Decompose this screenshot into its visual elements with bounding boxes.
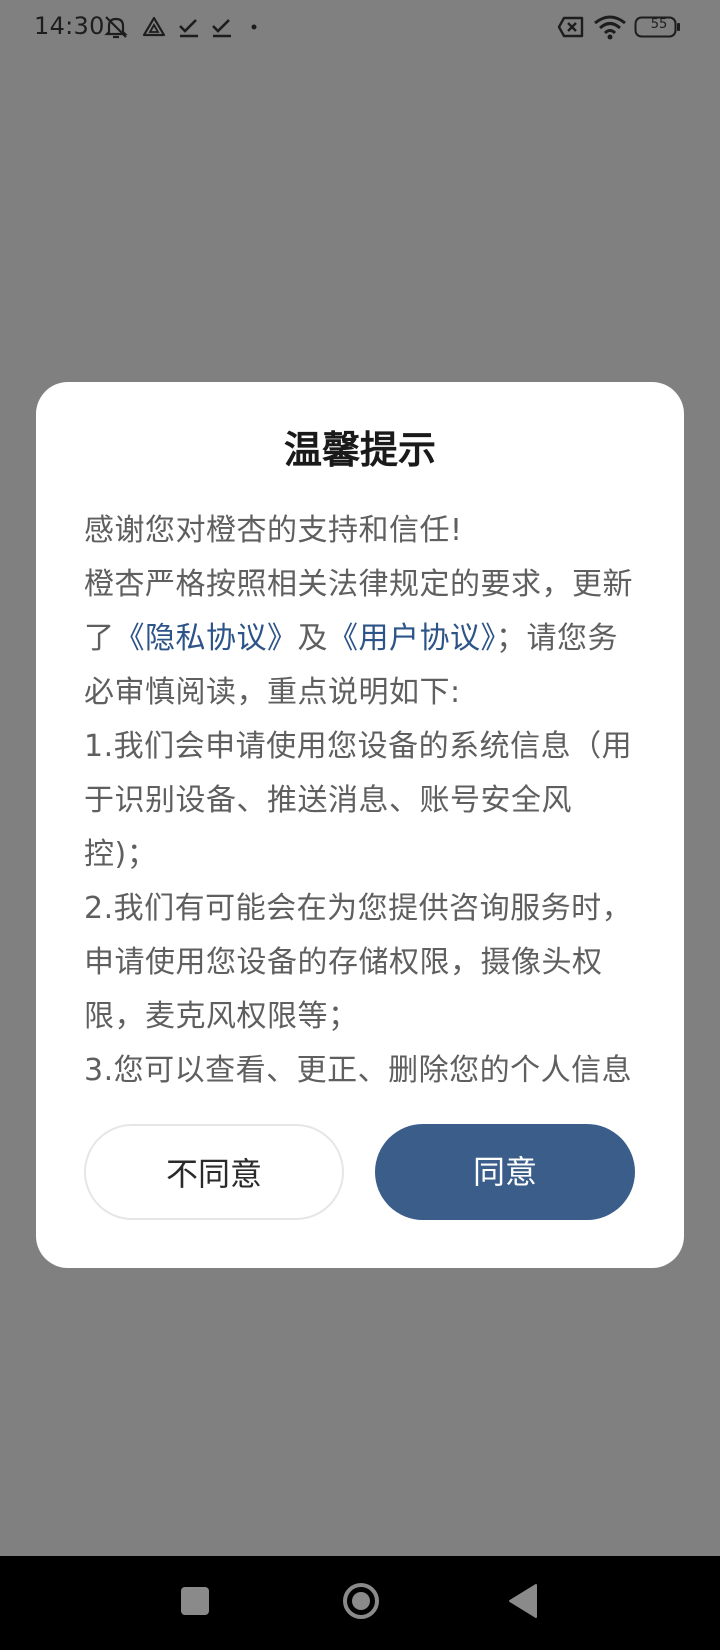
- battery-level: 55: [650, 17, 668, 32]
- agree-button[interactable]: 同意: [375, 1124, 635, 1220]
- dialog-paragraph: 橙杏严格按照相关法律规定的要求，更新了《隐私协议》及《用户协议》；请您务必审慎阅…: [84, 558, 640, 720]
- recent-apps-icon[interactable]: [181, 1587, 209, 1615]
- check-icon: [179, 19, 198, 38]
- dialog-intro: 感谢您对橙杏的支持和信任!: [84, 513, 463, 548]
- back-icon[interactable]: [508, 1583, 538, 1619]
- check-icon: [212, 19, 231, 38]
- navigation-bar: [0, 1556, 720, 1650]
- drive-icon: [142, 16, 166, 37]
- user-agreement-link[interactable]: 《用户协议》: [328, 621, 496, 656]
- dialog-body[interactable]: 感谢您对橙杏的支持和信任! 橙杏严格按照相关法律规定的要求，更新了《隐私协议》及…: [84, 504, 640, 1092]
- status-time: 14:30: [34, 12, 105, 40]
- list-item: 3.您可以查看、更正、删除您的个人信息: [84, 1053, 633, 1088]
- dialog-title: 温馨提示: [283, 428, 436, 472]
- home-icon[interactable]: [341, 1581, 381, 1621]
- list-item: 1.我们会申请使用您设备的系统信息（用于识别设备、推送消息、账号安全风控)；: [84, 729, 633, 872]
- dot-icon: [251, 24, 257, 30]
- wifi-icon: [594, 15, 626, 40]
- muted-bell-icon: [104, 16, 128, 39]
- sim-x-icon: [557, 16, 584, 38]
- disagree-button[interactable]: 不同意: [84, 1124, 344, 1220]
- status-bar: 14:30 55: [0, 0, 720, 54]
- privacy-policy-link[interactable]: 《隐私协议》: [115, 621, 298, 656]
- paragraph-and: 及: [297, 621, 328, 656]
- list-item: 2.我们有可能会在为您提供咨询服务时，申请使用您设备的存储权限，摄像头权限，麦克…: [84, 891, 633, 1034]
